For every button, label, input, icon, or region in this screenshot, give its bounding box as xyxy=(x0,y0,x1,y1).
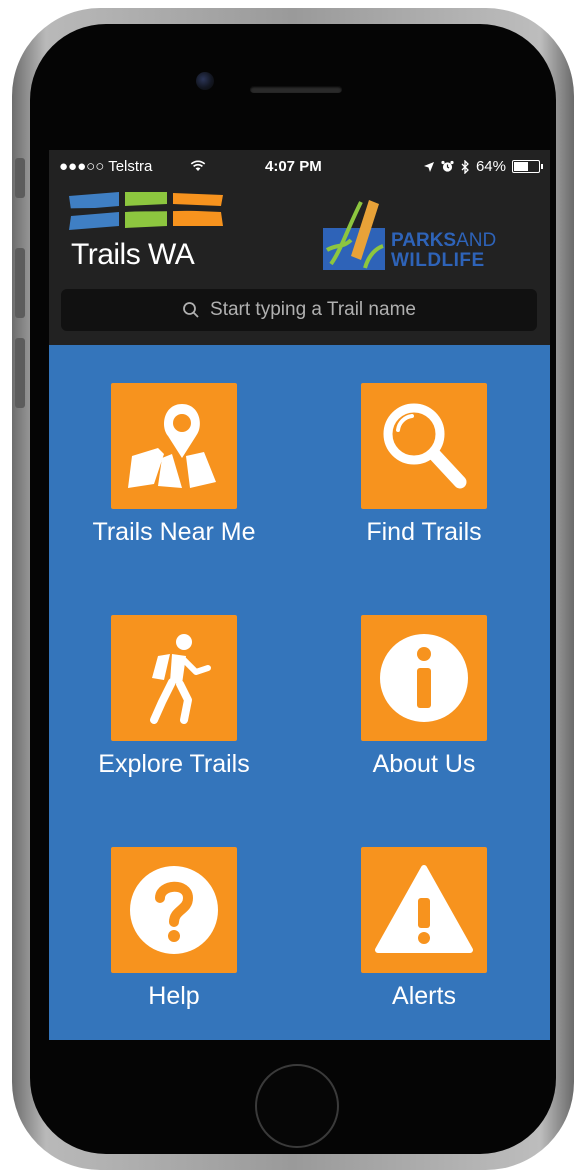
info-icon xyxy=(380,634,468,722)
wifi-icon xyxy=(190,160,206,171)
find-trails-label: Find Trails xyxy=(366,518,482,546)
mute-switch xyxy=(15,158,25,198)
location-arrow-icon xyxy=(423,161,434,172)
hiker-icon xyxy=(150,634,211,724)
status-time: 4:07 PM xyxy=(265,158,322,175)
about-us-button[interactable] xyxy=(361,615,487,741)
explore-trails-label: Explore Trails xyxy=(98,750,250,778)
status-bar: ●●●○○ Telstra 4:07 PM 64% xyxy=(49,156,550,178)
search-placeholder: Start typing a Trail name xyxy=(210,299,416,320)
partner-logo-line1: PARKSAND xyxy=(391,230,496,252)
carrier-label: ●●●○○ Telstra xyxy=(59,158,153,175)
home-button[interactable] xyxy=(255,1064,339,1148)
app-screen: ●●●○○ Telstra 4:07 PM 64% Trails WA PARK… xyxy=(49,150,550,1040)
status-right: 64% xyxy=(423,158,543,175)
about-us-label: About Us xyxy=(372,750,476,778)
battery-icon xyxy=(512,160,543,173)
help-button[interactable] xyxy=(111,847,237,973)
alerts-button[interactable] xyxy=(361,847,487,973)
volume-down-button xyxy=(15,338,25,408)
earpiece-speaker xyxy=(250,86,342,93)
trails-near-me-label: Trails Near Me xyxy=(92,518,256,546)
battery-fill xyxy=(514,162,529,171)
app-title: Trails WA xyxy=(71,238,195,271)
volume-up-button xyxy=(15,248,25,318)
bluetooth-icon xyxy=(461,159,469,174)
trails-near-me-button[interactable] xyxy=(111,383,237,509)
search-icon xyxy=(182,301,200,319)
magnifier-icon xyxy=(383,403,467,489)
partner-logo-thin: AND xyxy=(456,230,497,251)
question-icon xyxy=(130,866,218,954)
partner-logo-bold: PARKS xyxy=(391,230,457,251)
explore-trails-button[interactable] xyxy=(111,615,237,741)
help-label: Help xyxy=(148,982,200,1010)
alarm-icon xyxy=(441,160,454,172)
app-header: ●●●○○ Telstra 4:07 PM 64% Trails WA PARK… xyxy=(49,150,550,345)
front-camera xyxy=(196,72,214,90)
trails-wa-logo: Trails WA xyxy=(66,190,228,274)
partner-logo-line2: WILDLIFE xyxy=(391,250,485,271)
find-trails-button[interactable] xyxy=(361,383,487,509)
battery-percent: 64% xyxy=(475,158,506,175)
map-pin-icon xyxy=(128,404,216,488)
search-input[interactable]: Start typing a Trail name xyxy=(61,289,537,331)
trails-wa-emblem xyxy=(66,192,228,230)
alerts-label: Alerts xyxy=(392,982,456,1010)
banksia-emblem xyxy=(323,200,385,270)
warning-icon xyxy=(375,865,473,953)
parks-and-wildlife-logo: PARKSAND WILDLIFE xyxy=(321,190,533,274)
